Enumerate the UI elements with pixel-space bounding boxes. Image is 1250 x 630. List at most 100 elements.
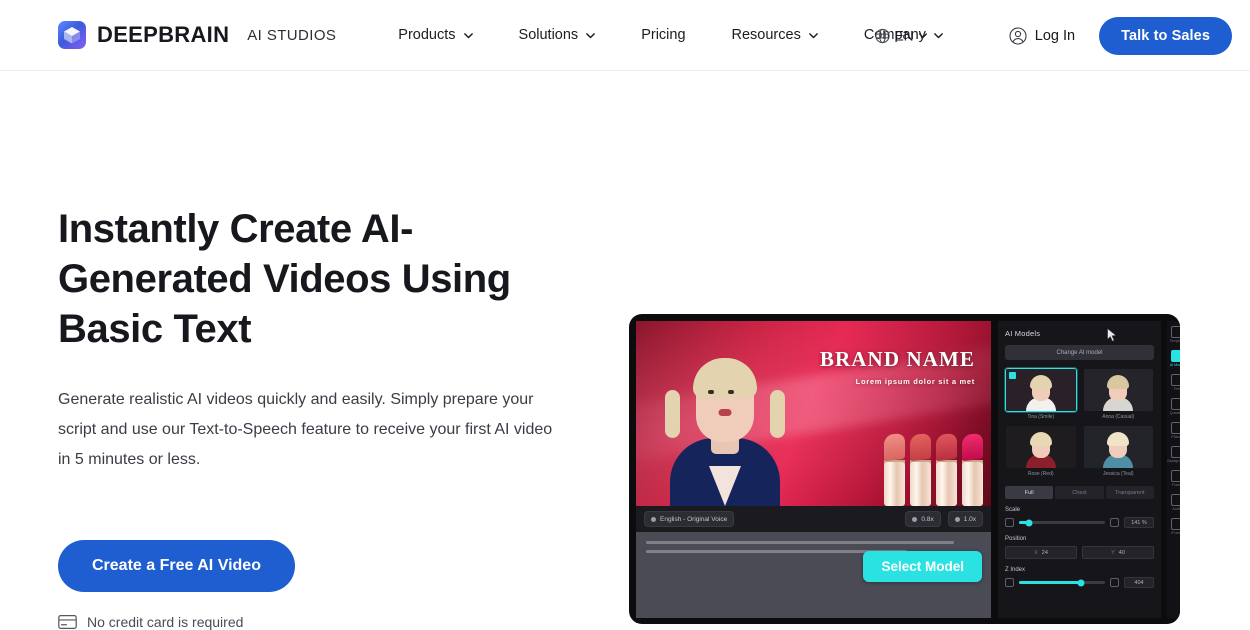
rail-label: Background (1167, 459, 1180, 463)
chevron-down-icon (918, 31, 928, 41)
cube-logo-icon (58, 21, 86, 49)
model-card[interactable]: Tina (Smile) (1005, 368, 1077, 420)
model-label: Tina (Smile) (1027, 414, 1055, 420)
rail-item-frame[interactable]: Frame (1171, 470, 1180, 487)
video-preview-canvas[interactable]: BRAND NAME Lorem ipsum dolor sit a met (636, 321, 991, 506)
position-y-field[interactable]: Y 40 (1082, 546, 1154, 559)
voice-icon (651, 516, 656, 522)
tab-chest[interactable]: Chest (1055, 486, 1104, 499)
rail-item-question[interactable]: Question (1170, 398, 1180, 415)
audio-icon (1171, 494, 1180, 506)
layer-lock-icon[interactable] (1110, 578, 1119, 587)
nav-label: Solutions (518, 27, 579, 43)
language-selector[interactable]: EN (874, 27, 928, 44)
scale-slider[interactable] (1019, 519, 1105, 526)
clock-icon (912, 516, 918, 522)
position-y-value: 40 (1118, 549, 1125, 556)
voice-label: English - Original Voice (660, 515, 728, 523)
gauge-icon (954, 516, 960, 522)
scale-value[interactable]: 141 % (1124, 517, 1154, 528)
tab-transparent[interactable]: Transparent (1105, 486, 1154, 499)
rail-item-iframe[interactable]: IFrame (1171, 518, 1180, 535)
rail-label: IFrame (1171, 531, 1180, 535)
position-x-field[interactable]: X 24 (1005, 546, 1077, 559)
tab-full[interactable]: Full (1005, 486, 1054, 499)
tool-rail: Template AI Model Text Question Picture … (1167, 321, 1180, 618)
main-nav: Products Solutions Pricing Resources Com… (398, 27, 943, 43)
login-label: Log In (1034, 27, 1076, 44)
voice-selector[interactable]: English - Original Voice (644, 511, 735, 527)
speed-b-label: 1.0x (963, 515, 976, 523)
canvas-brand-title: BRAND NAME Lorem ipsum dolor sit a met (820, 347, 975, 386)
nav-item-resources[interactable]: Resources (732, 27, 818, 43)
model-label: Rose (Red) (1027, 471, 1054, 477)
speed-chip-b[interactable]: 1.0x (947, 511, 983, 527)
zindex-value[interactable]: 404 (1124, 577, 1154, 588)
rail-item-text[interactable]: Text (1171, 374, 1180, 391)
question-icon (1170, 398, 1180, 410)
site-header: DEEPBRAIN AI STUDIOS Products Solutions … (0, 0, 1250, 71)
panel-title: AI Models (1005, 329, 1041, 338)
rail-item-picture[interactable]: Picture (1171, 422, 1180, 439)
lock-icon[interactable] (1110, 518, 1119, 527)
no-credit-card-label: No credit card is required (87, 614, 244, 630)
position-label: Position (1005, 536, 1027, 542)
picture-icon (1171, 422, 1180, 434)
rail-item-background[interactable]: Background (1167, 446, 1180, 463)
nav-item-solutions[interactable]: Solutions (519, 27, 596, 43)
hero-subtitle: Generate realistic AI videos quickly and… (58, 391, 553, 468)
brand-suffix: AI STUDIOS (247, 26, 337, 44)
ai-models-panel: AI Models Change AI model Tina (Smile) A… (998, 321, 1161, 618)
chevron-down-icon (933, 30, 943, 40)
nav-item-products[interactable]: Products (398, 27, 473, 43)
template-icon (1171, 326, 1180, 338)
scale-control: 141 % (1005, 517, 1154, 528)
model-grid: Tina (Smile) Anna (Casual) Rose (Red) Je… (1005, 368, 1154, 477)
text-icon (1171, 374, 1180, 386)
mouse-cursor-icon (1107, 327, 1117, 347)
crop-tabs: Full Chest Transparent (1005, 486, 1154, 499)
rail-item-template[interactable]: Template (1170, 326, 1180, 343)
stage-toolbar: English - Original Voice 0.8x 1.0x (636, 506, 991, 532)
model-label: Anna (Casual) (1102, 414, 1135, 420)
speed-chip-a[interactable]: 0.8x (905, 511, 941, 527)
rail-label: Question (1169, 411, 1180, 415)
stage-toolbar-right: 0.8x 1.0x (905, 511, 983, 527)
rail-item-ai-model[interactable]: AI Model (1170, 350, 1180, 367)
login-button[interactable]: Log In (1009, 26, 1076, 45)
frame-icon (1171, 470, 1180, 482)
header-actions: EN Log In Talk to Sales (875, 0, 1232, 71)
zindex-slider[interactable] (1019, 579, 1105, 586)
zindex-control: 404 (1005, 577, 1154, 588)
product-mockup: BRAND NAME Lorem ipsum dolor sit a met E… (629, 314, 1180, 624)
talk-to-sales-button[interactable]: Talk to Sales (1099, 16, 1232, 55)
rail-item-audio[interactable]: Audio (1171, 494, 1180, 511)
speed-a-label: 0.8x (921, 515, 934, 523)
chevron-down-icon (585, 30, 596, 40)
brand-name: DEEPBRAIN (97, 22, 230, 47)
select-model-button[interactable]: Select Model (863, 551, 982, 582)
model-card[interactable]: Anna (Casual) (1083, 368, 1155, 420)
check-icon (1009, 372, 1016, 379)
create-free-ai-video-button[interactable]: Create a Free AI Video (58, 540, 295, 592)
model-card[interactable]: Jessica (Teal) (1083, 425, 1155, 477)
zindex-label: Z Index (1005, 567, 1026, 573)
brand-logo[interactable]: DEEPBRAIN AI STUDIOS (58, 21, 336, 49)
layers-icon (1005, 578, 1014, 587)
script-editor[interactable]: Select Model (636, 532, 991, 618)
background-icon (1171, 446, 1180, 458)
page-title: Instantly Create AI-Generated Videos Usi… (58, 207, 511, 351)
nav-label: Products (398, 27, 456, 43)
rail-label: Audio (1172, 507, 1180, 511)
model-card[interactable]: Rose (Red) (1005, 425, 1077, 477)
nav-label: Pricing (641, 27, 686, 43)
lipstick-product-images (884, 432, 983, 506)
credit-card-icon (58, 615, 77, 629)
nav-item-pricing[interactable]: Pricing (641, 27, 685, 43)
rail-label: Template (1169, 339, 1180, 343)
language-label: EN (894, 28, 914, 43)
globe-icon (874, 27, 891, 44)
change-ai-model-button[interactable]: Change AI model (1005, 345, 1154, 360)
hero-section: Instantly Create AI-Generated Videos Usi… (0, 71, 1250, 630)
rail-label: AI Model (1169, 363, 1180, 367)
